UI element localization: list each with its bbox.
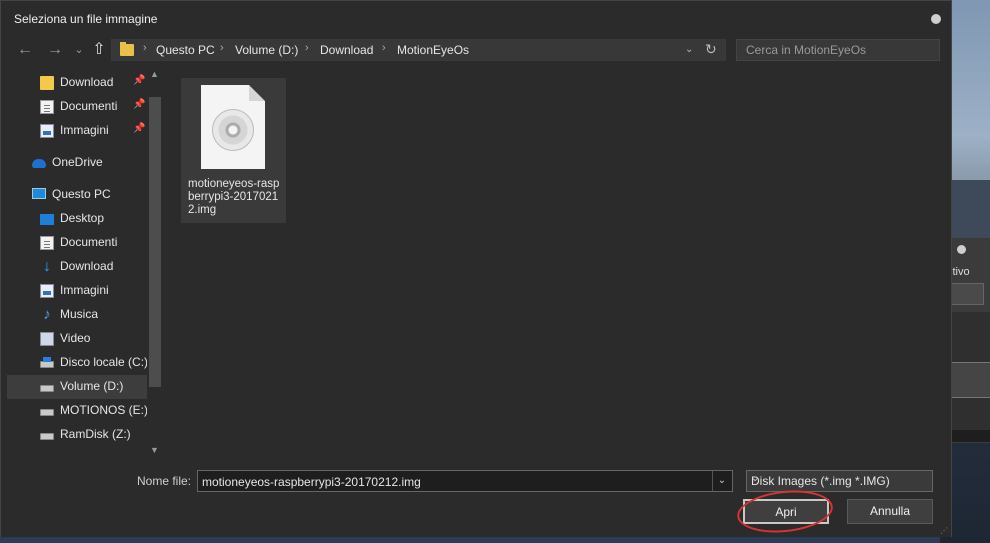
sidebar-item-label: MOTIONOS (E:) — [60, 403, 148, 417]
sidebar-item-label: Video — [60, 331, 91, 345]
dialog-title: Seleziona un file immagine — [14, 12, 158, 26]
search-input[interactable]: Cerca in MotionEyeOs — [736, 39, 940, 61]
sidebar-item-immagini[interactable]: Immagini — [7, 279, 147, 303]
search-placeholder: Cerca in MotionEyeOs — [746, 43, 867, 57]
desktop-icon — [40, 214, 54, 225]
pin-icon: 📌 — [133, 99, 146, 110]
scroll-up-icon[interactable]: ▲ — [150, 69, 159, 79]
breadcrumb-separator[interactable]: › — [220, 42, 224, 54]
pin-icon: 📌 — [133, 75, 146, 86]
chevron-down-icon[interactable]: ⌄ — [685, 44, 693, 55]
navigation-bar: ← → ⌄ ⇧ › Questo PC › Volume (D:) › Down… — [1, 35, 951, 67]
drive-icon — [40, 409, 54, 416]
up-folder-icon[interactable]: ⇧ — [89, 40, 109, 60]
document-icon — [40, 100, 54, 114]
sidebar-item-label: Immagini — [60, 123, 109, 137]
background-window-dropdown[interactable] — [950, 283, 984, 305]
drive-icon — [40, 385, 54, 392]
file-open-dialog: Seleziona un file immagine ← → ⌄ ⇧ › Que… — [0, 0, 952, 537]
pictures-icon — [40, 284, 54, 298]
sidebar-scrollbar[interactable]: ▲ ▼ — [147, 67, 163, 459]
sidebar-item-label: Documenti — [60, 235, 118, 249]
resize-grip-icon[interactable]: ⋰ — [940, 526, 948, 535]
drive-icon — [40, 433, 54, 440]
background-window-field[interactable] — [950, 362, 990, 398]
refresh-icon[interactable]: ↻ — [705, 41, 717, 58]
document-icon — [40, 236, 54, 250]
download-icon: ↓ — [43, 258, 51, 275]
sidebar-item-label: Volume (D:) — [60, 379, 124, 393]
video-icon — [40, 332, 54, 346]
sidebar-item-musica[interactable]: ♪ Musica — [7, 303, 147, 327]
computer-icon — [32, 188, 46, 199]
sidebar-item-label: Download — [60, 75, 114, 89]
forward-arrow-icon[interactable]: → — [45, 40, 65, 60]
chevron-down-icon[interactable]: ⌄ — [712, 471, 731, 491]
sidebar-item-ramdisk-z[interactable]: RamDisk (Z:) — [7, 423, 147, 447]
scroll-down-icon[interactable]: ▼ — [150, 445, 159, 455]
recent-locations-icon[interactable]: ⌄ — [69, 40, 89, 60]
title-bar: Seleziona un file immagine — [1, 1, 951, 35]
sidebar-item-label: Musica — [60, 307, 99, 321]
breadcrumb-separator[interactable]: › — [305, 42, 309, 54]
folder-icon — [120, 42, 134, 56]
file-name: motioneyeos-raspberrypi3-20170212.img — [188, 178, 280, 216]
background-window-close-icon[interactable] — [957, 245, 966, 254]
file-list: motioneyeos-raspberrypi3-20170212.img — [164, 67, 951, 459]
filename-value: motioneyeos-raspberrypi3-20170212.img — [202, 475, 421, 489]
sidebar-item-volume-d[interactable]: Volume (D:) — [7, 375, 147, 399]
file-item[interactable]: motioneyeos-raspberrypi3-20170212.img — [181, 78, 286, 223]
pictures-icon — [40, 124, 54, 138]
sidebar-item-disco-c[interactable]: Disco locale (C:) — [7, 351, 149, 375]
scrollbar-thumb[interactable] — [149, 97, 161, 387]
sidebar-item-download[interactable]: ↓ Download — [7, 255, 147, 279]
sidebar-item-documenti-quick[interactable]: Documenti 📌 — [7, 95, 147, 119]
navigation-pane: Download 📌 Documenti 📌 Immagini 📌 OneDri… — [7, 67, 149, 459]
background-window-statusbar — [946, 430, 990, 442]
breadcrumb-motioneyeos[interactable]: MotionEyeOs — [397, 43, 469, 57]
sidebar-item-label: Download — [60, 259, 114, 273]
filename-label: Nome file: — [137, 474, 192, 488]
sidebar-item-download-quick[interactable]: Download 📌 — [7, 71, 147, 95]
file-type-select[interactable]: Disk Images (*.img *.IMG) ⌄ — [746, 470, 933, 492]
wallpaper-building — [948, 180, 990, 240]
address-bar[interactable]: › Questo PC › Volume (D:) › Download › M… — [111, 39, 726, 61]
cancel-button[interactable]: Annulla — [847, 499, 933, 524]
sidebar-item-onedrive[interactable]: OneDrive — [7, 151, 147, 175]
sidebar-item-label: RamDisk (Z:) — [60, 427, 131, 441]
sidebar-item-label: Desktop — [60, 211, 105, 225]
folder-icon — [40, 76, 54, 90]
sidebar-item-questo-pc[interactable]: Questo PC — [7, 183, 147, 207]
breadcrumb-separator[interactable]: › — [143, 42, 147, 54]
breadcrumb-questo-pc[interactable]: Questo PC — [156, 43, 215, 57]
breadcrumb-separator[interactable]: › — [382, 42, 386, 54]
sidebar-item-label: OneDrive — [52, 155, 103, 169]
sidebar-item-motionos-e[interactable]: MOTIONOS (E:) — [7, 399, 148, 423]
background-window-label: itivo — [950, 266, 970, 278]
music-icon: ♪ — [43, 306, 51, 323]
sidebar-item-immagini-quick[interactable]: Immagini 📌 — [7, 119, 147, 143]
sidebar-item-label: Immagini — [60, 283, 109, 297]
back-arrow-icon[interactable]: ← — [15, 40, 35, 60]
sidebar-item-label: Disco locale (C:) — [60, 355, 149, 369]
disc-icon — [212, 109, 254, 151]
disc-image-icon — [201, 85, 265, 169]
breadcrumb-volume-d[interactable]: Volume (D:) — [235, 43, 298, 57]
drive-c-icon — [40, 357, 54, 368]
sidebar-item-desktop[interactable]: Desktop — [7, 207, 147, 231]
breadcrumb-download[interactable]: Download — [320, 43, 373, 57]
cloud-icon — [32, 159, 46, 168]
sidebar-item-video[interactable]: Video — [7, 327, 147, 351]
pin-icon: 📌 — [133, 123, 146, 134]
sidebar-item-documenti[interactable]: Documenti — [7, 231, 147, 255]
sidebar-item-label: Questo PC — [52, 187, 111, 201]
close-icon[interactable] — [931, 14, 941, 24]
chevron-down-icon[interactable]: ⌄ — [751, 473, 928, 484]
sidebar-item-label: Documenti — [60, 99, 118, 113]
filename-field[interactable]: motioneyeos-raspberrypi3-20170212.img ⌄ — [197, 470, 733, 492]
